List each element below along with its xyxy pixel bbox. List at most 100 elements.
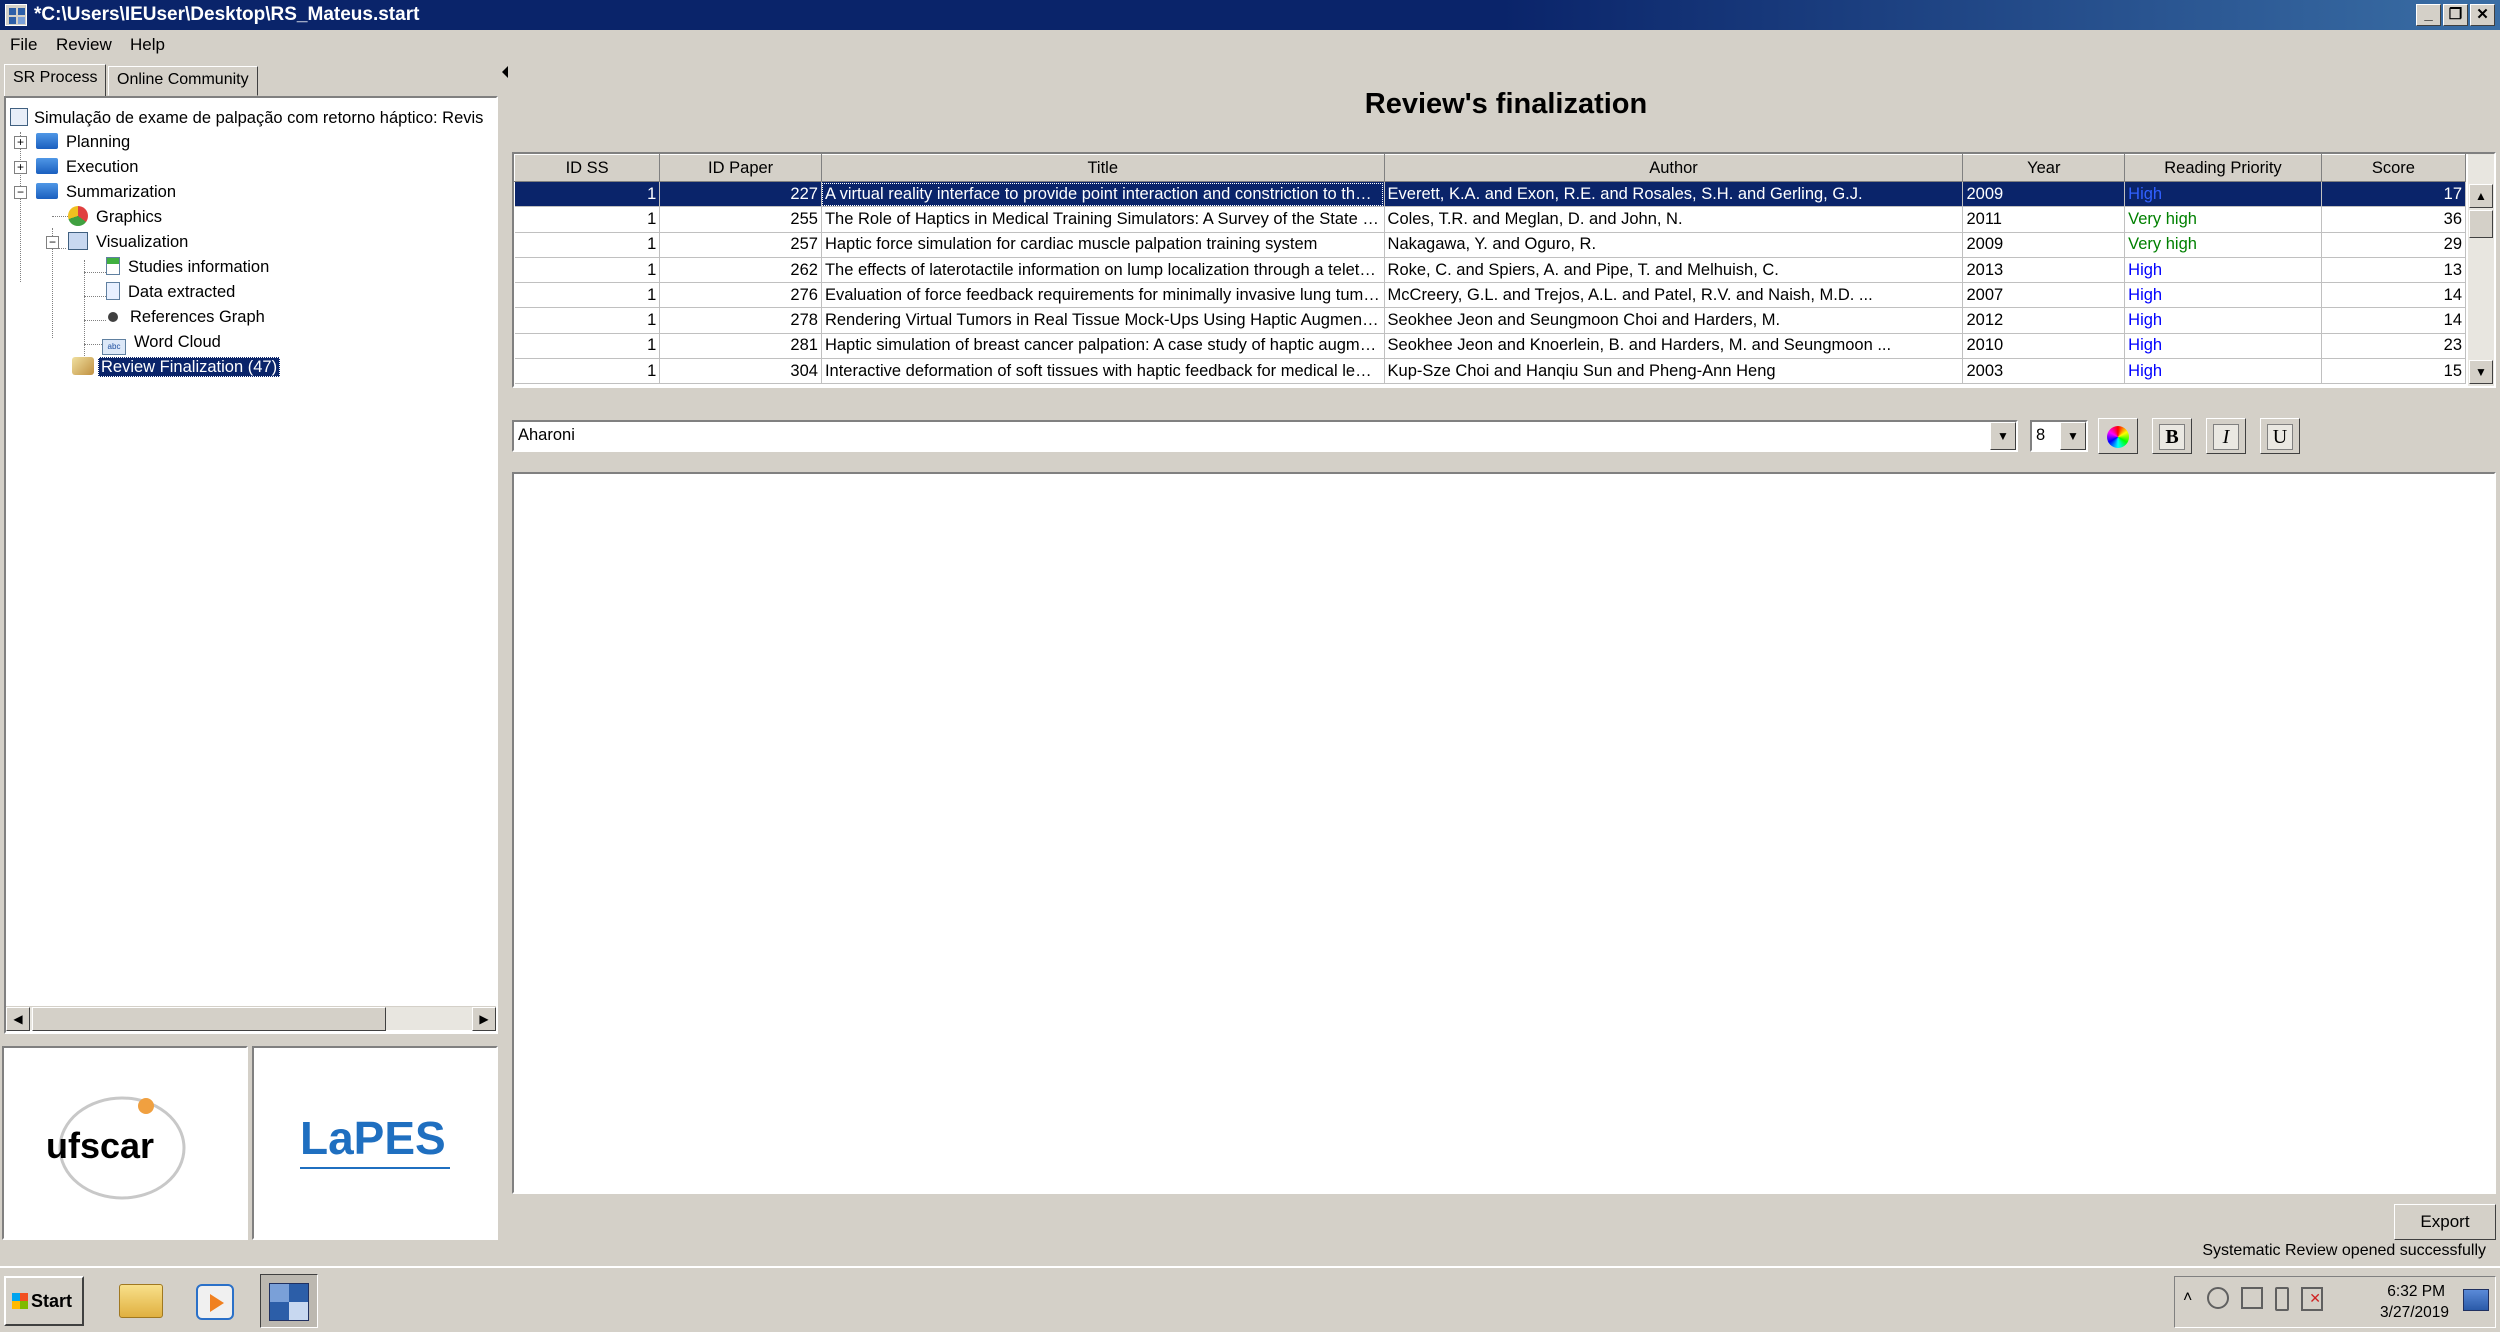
clock-time[interactable]: 6:32 PM [2387,1283,2445,1301]
scroll-up-icon[interactable]: ▲ [2469,184,2493,208]
cell-author[interactable]: Seokhee Jeon and Knoerlein, B. and Harde… [1384,333,1964,360]
table-row[interactable]: 1 281 Haptic simulation of breast cancer… [514,333,2467,360]
tree-item-summarization[interactable]: Summarization [36,180,178,204]
menu-help[interactable]: Help [130,35,165,55]
tree-item-studies-information[interactable]: Studies information [106,255,271,279]
export-button[interactable]: Export [2394,1204,2496,1240]
cell-id-paper[interactable]: 304 [659,358,822,385]
expand-planning-icon[interactable]: + [14,136,27,149]
table-vertical-scrollbar[interactable]: ▲ ▼ [2468,154,2494,386]
volume-icon[interactable] [2207,1287,2229,1309]
cell-year[interactable]: 2012 [1962,307,2126,334]
cell-score[interactable]: 36 [2321,206,2467,233]
scroll-thumb[interactable] [32,1007,386,1031]
battery-icon[interactable] [2275,1287,2289,1311]
cell-title[interactable]: The effects of laterotactile information… [821,257,1385,284]
cell-reading-priority[interactable]: Very high [2124,232,2322,258]
media-player-taskbar-icon[interactable] [186,1274,244,1328]
cell-year[interactable]: 2011 [1962,206,2126,233]
menu-review[interactable]: Review [56,35,112,55]
collapse-visualization-icon[interactable]: − [46,236,59,249]
cell-score[interactable]: 15 [2321,358,2467,385]
tree-item-data-extracted[interactable]: Data extracted [106,280,237,304]
cell-title[interactable]: Rendering Virtual Tumors in Real Tissue … [821,307,1385,334]
tree-item-execution[interactable]: Execution [36,155,140,179]
cell-score[interactable]: 23 [2321,333,2467,360]
cell-id-paper[interactable]: 257 [659,232,822,258]
cell-score[interactable]: 14 [2321,307,2467,334]
action-center-icon[interactable]: ✕ [2301,1287,2323,1311]
tree-item-references-graph[interactable]: References Graph [106,305,267,329]
cell-score[interactable]: 29 [2321,232,2467,258]
cell-score[interactable]: 17 [2321,181,2467,208]
cell-reading-priority[interactable]: High [2124,358,2322,385]
cell-author[interactable]: Seokhee Jeon and Seungmoon Choi and Hard… [1384,307,1964,334]
show-desktop-icon[interactable] [2463,1289,2489,1311]
table-row[interactable]: 1 304 Interactive deformation of soft ti… [514,358,2467,385]
cell-author[interactable]: Nakagawa, Y. and Oguro, R. [1384,232,1964,258]
cell-id-ss[interactable]: 1 [514,358,661,385]
tree-horizontal-scrollbar[interactable]: ◀ ▶ [6,1006,496,1031]
cell-author[interactable]: Kup-Sze Choi and Hanqiu Sun and Pheng-An… [1384,358,1964,385]
cell-id-paper[interactable]: 278 [659,307,822,334]
cell-author[interactable]: McCreery, G.L. and Trejos, A.L. and Pate… [1384,282,1964,309]
title-bar[interactable]: *C:\Users\IEUser\Desktop\RS_Mateus.start… [0,0,2500,30]
scroll-right-icon[interactable]: ▶ [472,1007,496,1031]
cell-id-ss[interactable]: 1 [514,282,661,309]
cell-id-paper[interactable]: 227 [659,181,822,208]
table-row[interactable]: 1 255 The Role of Haptics in Medical Tra… [514,206,2467,233]
font-family-select[interactable]: Aharoni ▼ [512,420,2018,452]
cell-year[interactable]: 2003 [1962,358,2126,385]
column-header-author[interactable]: Author [1383,154,1964,182]
cell-id-ss[interactable]: 1 [514,257,661,284]
tree-item-root[interactable]: Simulação de exame de palpação com retor… [10,106,485,130]
cell-reading-priority[interactable]: High [2124,282,2322,309]
text-editor[interactable] [512,472,2496,1194]
sr-app-taskbar-icon[interactable] [260,1274,318,1328]
table-row[interactable]: 1 257 Haptic force simulation for cardia… [514,232,2467,258]
cell-title[interactable]: Interactive deformation of soft tissues … [821,358,1385,385]
scroll-down-icon[interactable]: ▼ [2469,360,2493,384]
table-row[interactable]: 1 262 The effects of laterotactile infor… [514,257,2467,284]
tree-item-word-cloud[interactable]: abc Word Cloud [102,330,223,355]
explorer-taskbar-icon[interactable] [112,1274,170,1328]
chevron-down-icon[interactable]: ▼ [2060,422,2086,450]
scroll-thumb[interactable] [2469,210,2493,238]
close-button[interactable]: ✕ [2470,4,2495,26]
tab-sr-process[interactable]: SR Process [4,64,107,96]
cell-title[interactable]: Haptic simulation of breast cancer palpa… [821,333,1385,360]
cell-id-ss[interactable]: 1 [514,333,661,360]
menu-file[interactable]: File [10,35,37,55]
table-row[interactable]: 1 276 Evaluation of force feedback requi… [514,282,2467,309]
cell-reading-priority[interactable]: High [2124,307,2322,334]
clock-date[interactable]: 3/27/2019 [2380,1304,2449,1322]
cell-id-ss[interactable]: 1 [514,181,661,208]
cell-id-paper[interactable]: 281 [659,333,822,360]
font-size-select[interactable]: 8 ▼ [2030,420,2088,452]
tree-item-visualization[interactable]: Visualization [68,230,190,254]
scroll-left-icon[interactable]: ◀ [6,1007,30,1031]
column-header-id-ss[interactable]: ID SS [514,154,661,182]
cell-year[interactable]: 2009 [1962,181,2126,208]
cell-reading-priority[interactable]: High [2124,257,2322,284]
cell-title[interactable]: Evaluation of force feedback requirement… [821,282,1385,309]
cell-reading-priority[interactable]: High [2124,181,2322,208]
cell-id-paper[interactable]: 255 [659,206,822,233]
maximize-button[interactable]: ❐ [2443,4,2468,26]
show-hidden-icons-icon[interactable]: ˄ [2183,1289,2192,1307]
cell-id-ss[interactable]: 1 [514,206,661,233]
table-row[interactable]: 1 227 A virtual reality interface to pro… [514,181,2467,208]
expand-execution-icon[interactable]: + [14,161,27,174]
column-header-year[interactable]: Year [1962,154,2126,182]
papers-table[interactable]: ID SS ID Paper Title Author Year Reading… [512,152,2496,388]
tree-item-review-finalization[interactable]: Review Finalization (47) [72,355,281,379]
minimize-button[interactable]: _ [2416,4,2441,26]
cell-reading-priority[interactable]: Very high [2124,206,2322,233]
cell-author[interactable]: Everett, K.A. and Exon, R.E. and Rosales… [1384,181,1964,208]
cell-id-ss[interactable]: 1 [514,232,661,258]
column-header-reading-priority[interactable]: Reading Priority [2124,154,2322,182]
collapse-summarization-icon[interactable]: − [14,186,27,199]
cell-author[interactable]: Roke, C. and Spiers, A. and Pipe, T. and… [1384,257,1964,284]
column-header-score[interactable]: Score [2320,154,2467,182]
app-icon[interactable] [5,4,27,26]
